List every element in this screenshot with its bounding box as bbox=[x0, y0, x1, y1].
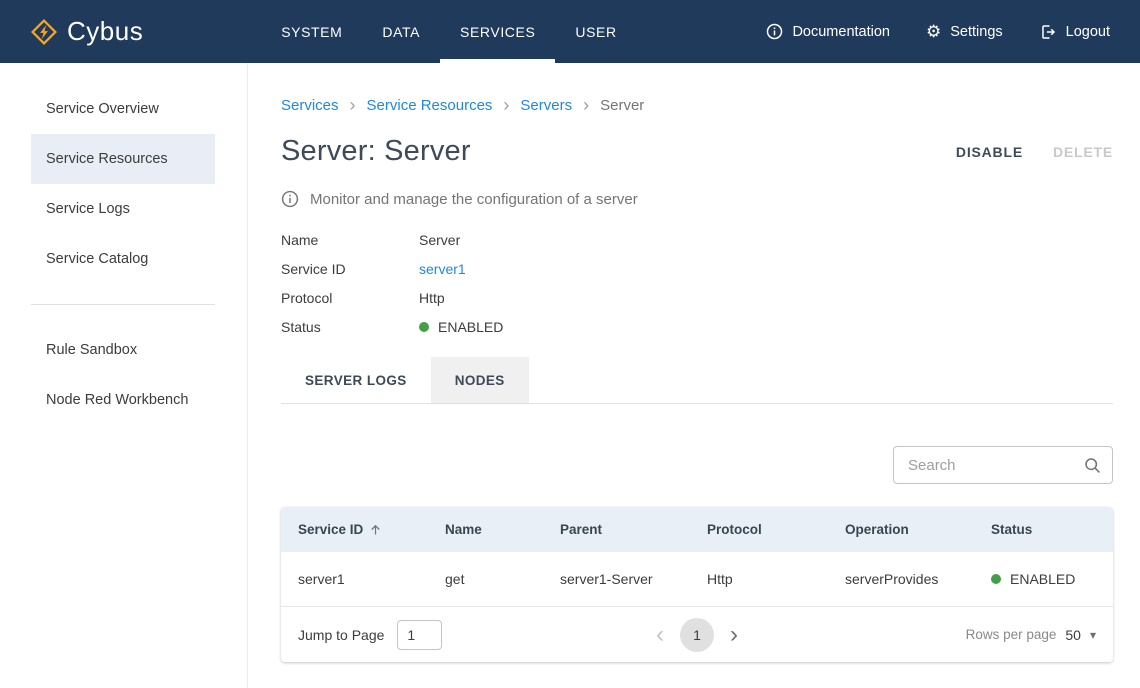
cell-status: ENABLED bbox=[991, 571, 1113, 587]
jump-to-page-input[interactable] bbox=[397, 620, 442, 650]
cell-service-id: server1 bbox=[298, 571, 445, 587]
table-row[interactable]: server1 get server1-Server Http serverPr… bbox=[281, 552, 1113, 607]
cell-name: get bbox=[445, 571, 560, 587]
breadcrumb-service-resources[interactable]: Service Resources bbox=[367, 97, 493, 114]
settings-button[interactable]: Settings bbox=[926, 23, 1003, 41]
col-protocol[interactable]: Protocol bbox=[707, 522, 845, 537]
table-footer: Jump to Page 1 Rows per page 50 bbox=[281, 607, 1113, 662]
breadcrumb: Services Service Resources Servers Serve… bbox=[281, 96, 1113, 115]
sort-ascending-icon bbox=[368, 522, 383, 537]
subtitle-text: Monitor and manage the configuration of … bbox=[310, 191, 638, 208]
sidebar-item-node-red-workbench[interactable]: Node Red Workbench bbox=[31, 375, 215, 425]
detail-row-name: Name Server bbox=[281, 225, 1113, 254]
sidebar-item-service-resources[interactable]: Service Resources bbox=[31, 134, 215, 184]
pager: 1 bbox=[656, 618, 738, 652]
tab-nodes[interactable]: NODES bbox=[431, 357, 529, 403]
sidebar: Service Overview Service Resources Servi… bbox=[0, 63, 248, 688]
detail-label: Name bbox=[281, 232, 419, 248]
app-window: Cybus SYSTEM DATA SERVICES USER Document… bbox=[0, 0, 1140, 688]
col-label: Service ID bbox=[298, 522, 363, 537]
logout-button[interactable]: Logout bbox=[1039, 23, 1110, 41]
title-actions: DISABLE DELETE bbox=[956, 144, 1113, 160]
service-id-link[interactable]: server1 bbox=[419, 261, 466, 277]
col-service-id[interactable]: Service ID bbox=[298, 522, 445, 537]
table-header-row: Service ID Name Parent Protocol Operatio… bbox=[281, 507, 1113, 552]
col-status[interactable]: Status bbox=[991, 522, 1113, 537]
chevron-right-icon bbox=[583, 96, 589, 115]
rows-per-page-label: Rows per page bbox=[966, 627, 1057, 642]
cell-operation: serverProvides bbox=[845, 571, 991, 587]
sidebar-divider bbox=[31, 304, 215, 305]
logout-icon bbox=[1039, 23, 1057, 41]
settings-label: Settings bbox=[950, 24, 1002, 40]
search-box bbox=[893, 446, 1113, 484]
brand-name: Cybus bbox=[67, 16, 143, 47]
detail-label: Service ID bbox=[281, 261, 419, 277]
top-actions: Documentation Settings Logout bbox=[766, 23, 1110, 41]
tab-bar: SERVER LOGS NODES bbox=[281, 357, 1113, 403]
gear-icon bbox=[926, 23, 941, 41]
previous-page-icon[interactable] bbox=[656, 623, 664, 647]
col-name[interactable]: Name bbox=[445, 522, 560, 537]
top-navigation-bar: Cybus SYSTEM DATA SERVICES USER Document… bbox=[0, 0, 1140, 63]
rows-per-page-select[interactable]: Rows per page 50 bbox=[966, 627, 1096, 643]
server-details: Name Server Service ID server1 Protocol … bbox=[281, 225, 1113, 341]
detail-label: Status bbox=[281, 319, 419, 335]
cell-protocol: Http bbox=[707, 571, 845, 587]
cybus-logo-icon bbox=[30, 18, 58, 46]
nav-data[interactable]: DATA bbox=[362, 0, 440, 63]
status-dot-icon bbox=[419, 322, 429, 332]
documentation-label: Documentation bbox=[792, 24, 890, 40]
status-dot-icon bbox=[991, 574, 1001, 584]
main-nav: SYSTEM DATA SERVICES USER bbox=[261, 0, 637, 63]
nodes-table: Service ID Name Parent Protocol Operatio… bbox=[281, 507, 1113, 662]
info-circle-icon bbox=[281, 190, 299, 208]
chevron-right-icon bbox=[503, 96, 509, 115]
breadcrumb-servers[interactable]: Servers bbox=[520, 97, 572, 114]
sidebar-item-service-overview[interactable]: Service Overview bbox=[31, 84, 215, 134]
documentation-button[interactable]: Documentation bbox=[766, 23, 890, 40]
page-title: Server: Server bbox=[281, 135, 471, 168]
sidebar-item-service-catalog[interactable]: Service Catalog bbox=[31, 234, 215, 284]
logout-label: Logout bbox=[1066, 24, 1110, 40]
detail-row-status: Status ENABLED bbox=[281, 312, 1113, 341]
status-text: ENABLED bbox=[1010, 571, 1075, 587]
jump-to-page-label: Jump to Page bbox=[298, 627, 384, 643]
next-page-icon[interactable] bbox=[730, 623, 738, 647]
detail-row-protocol: Protocol Http bbox=[281, 283, 1113, 312]
disable-button[interactable]: DISABLE bbox=[956, 144, 1023, 160]
status-text: ENABLED bbox=[438, 319, 503, 335]
info-circle-icon bbox=[766, 23, 783, 40]
chevron-right-icon bbox=[350, 96, 356, 115]
detail-value: Http bbox=[419, 290, 445, 306]
detail-row-service-id: Service ID server1 bbox=[281, 254, 1113, 283]
rows-per-page-value: 50 bbox=[1065, 627, 1081, 643]
cell-parent: server1-Server bbox=[560, 571, 707, 587]
main-content: Services Service Resources Servers Serve… bbox=[248, 63, 1140, 688]
sidebar-item-service-logs[interactable]: Service Logs bbox=[31, 184, 215, 234]
nav-system[interactable]: SYSTEM bbox=[261, 0, 362, 63]
page-subtitle: Monitor and manage the configuration of … bbox=[281, 190, 1113, 208]
tab-server-logs[interactable]: SERVER LOGS bbox=[281, 357, 431, 403]
tabs-divider bbox=[281, 403, 1113, 404]
nav-user[interactable]: USER bbox=[555, 0, 636, 63]
nav-services[interactable]: SERVICES bbox=[440, 0, 555, 63]
jump-to-page: Jump to Page bbox=[298, 620, 442, 650]
breadcrumb-services[interactable]: Services bbox=[281, 97, 339, 114]
breadcrumb-current: Server bbox=[600, 97, 644, 114]
status-badge: ENABLED bbox=[419, 319, 503, 335]
col-parent[interactable]: Parent bbox=[560, 522, 707, 537]
search-input[interactable] bbox=[894, 457, 1083, 474]
col-operation[interactable]: Operation bbox=[845, 522, 991, 537]
delete-button[interactable]: DELETE bbox=[1053, 144, 1113, 160]
search-icon[interactable] bbox=[1083, 456, 1102, 475]
sidebar-item-rule-sandbox[interactable]: Rule Sandbox bbox=[31, 325, 215, 375]
cybus-logo[interactable]: Cybus bbox=[30, 16, 143, 47]
detail-label: Protocol bbox=[281, 290, 419, 306]
caret-down-icon bbox=[1090, 627, 1096, 642]
current-page-button[interactable]: 1 bbox=[680, 618, 714, 652]
detail-value: Server bbox=[419, 232, 460, 248]
